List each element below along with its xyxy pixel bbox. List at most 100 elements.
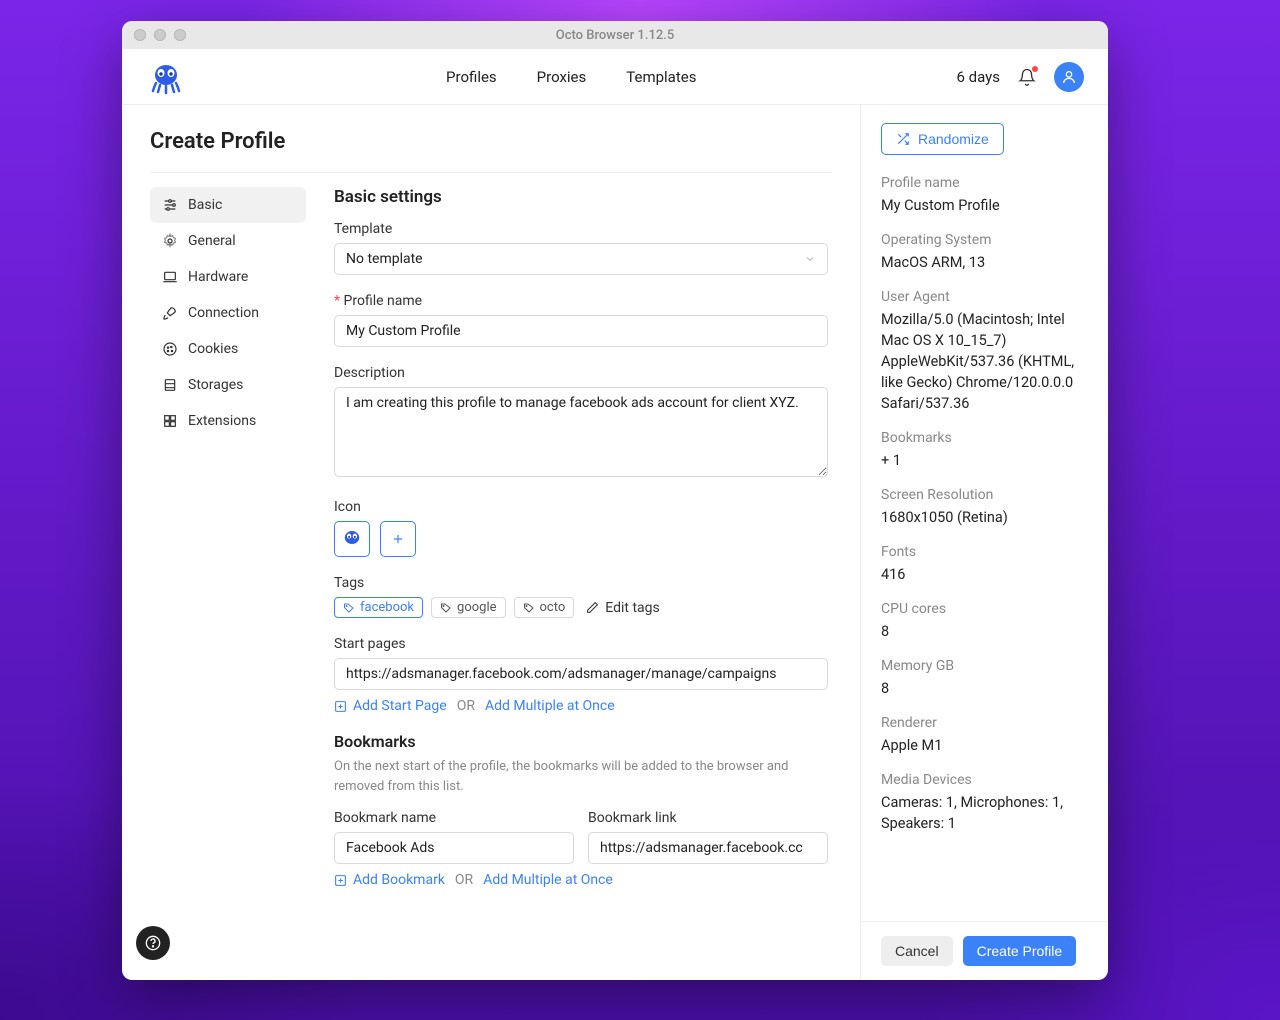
summary-row: RendererApple M1	[881, 715, 1088, 756]
add-icon-button[interactable]	[380, 521, 416, 557]
days-remaining[interactable]: 6 days	[957, 68, 1001, 86]
sidebar-item-label: Cookies	[188, 341, 238, 357]
template-select[interactable]: No template	[334, 243, 828, 275]
sum-label: Fonts	[881, 544, 1088, 560]
randomize-button[interactable]: Randomize	[881, 123, 1004, 155]
summary-row: Media DevicesCameras: 1, Microphones: 1,…	[881, 772, 1088, 834]
add-start-page-label: Add Start Page	[353, 698, 447, 714]
cookie-icon	[162, 341, 178, 357]
icon-option-octo[interactable]	[334, 521, 370, 557]
sliders-icon	[162, 197, 178, 213]
sum-value: 8	[881, 621, 1088, 642]
database-icon	[162, 377, 178, 393]
randomize-label: Randomize	[918, 131, 989, 147]
plus-square-icon	[334, 700, 347, 713]
gear-icon	[162, 233, 178, 249]
add-start-page-button[interactable]: Add Start Page	[334, 698, 447, 714]
edit-tags-label: Edit tags	[605, 600, 659, 616]
nav-proxies[interactable]: Proxies	[537, 68, 587, 86]
tag-facebook[interactable]: facebook	[334, 597, 423, 618]
sum-value: Cameras: 1, Microphones: 1, Speakers: 1	[881, 792, 1088, 834]
summary-row: Operating System MacOS ARM, 13	[881, 232, 1088, 273]
user-icon	[1061, 69, 1077, 85]
sum-value: MacOS ARM, 13	[881, 252, 1088, 273]
octopus-icon	[339, 526, 365, 552]
sum-value: 8	[881, 678, 1088, 699]
start-pages-label: Start pages	[334, 636, 828, 652]
nav-profiles[interactable]: Profiles	[446, 68, 497, 86]
rocket-icon	[162, 305, 178, 321]
summary-row: Profile nameMy Custom Profile	[881, 175, 1088, 216]
page-title: Create Profile	[150, 129, 832, 173]
bookmark-name-input[interactable]	[334, 832, 574, 864]
window-title: Octo Browser 1.12.5	[122, 28, 1108, 43]
tag-label: google	[457, 600, 496, 615]
edit-tags-button[interactable]: Edit tags	[586, 600, 659, 616]
summary-row: User Agent Mozilla/5.0 (Macintosh; Intel …	[881, 289, 1088, 414]
tag-icon	[523, 602, 535, 614]
plus-icon	[391, 532, 405, 546]
section-title: Basic settings	[334, 187, 828, 207]
description-input[interactable]	[334, 387, 828, 477]
add-multiple-start-button[interactable]: Add Multiple at Once	[485, 698, 615, 714]
sum-value: 416	[881, 564, 1088, 585]
bookmark-link-input[interactable]	[588, 832, 828, 864]
top-nav: Profiles Proxies Templates 6 days	[122, 49, 1108, 105]
laptop-icon	[162, 269, 178, 285]
grid-icon	[162, 413, 178, 429]
sidebar-item-extensions[interactable]: Extensions	[150, 403, 306, 439]
sidebar-item-label: Connection	[188, 305, 259, 321]
template-value: No template	[346, 251, 423, 267]
add-bookmark-button[interactable]: Add Bookmark	[334, 872, 445, 888]
sum-label: Screen Resolution	[881, 487, 1088, 503]
help-fab[interactable]	[136, 926, 170, 960]
summary-row: Fonts 416	[881, 544, 1088, 585]
template-label: Template	[334, 221, 828, 237]
sidebar-item-basic[interactable]: Basic	[150, 187, 306, 223]
sidebar-item-connection[interactable]: Connection	[150, 295, 306, 331]
profile-name-label: Profile name	[334, 293, 828, 309]
user-avatar[interactable]	[1054, 62, 1084, 92]
add-multiple-label: Add Multiple at Once	[483, 872, 613, 888]
summary-row: Memory GB8	[881, 658, 1088, 699]
sidebar-item-label: Storages	[188, 377, 243, 393]
icon-label: Icon	[334, 499, 828, 515]
help-icon	[145, 935, 161, 951]
nav-templates[interactable]: Templates	[626, 68, 696, 86]
chevron-down-icon	[804, 253, 816, 265]
bookmarks-title: Bookmarks	[334, 732, 828, 751]
summary-row: Screen Resolution 1680x1050 (Retina)	[881, 487, 1088, 528]
sum-label: Operating System	[881, 232, 1088, 248]
sum-label: CPU cores	[881, 601, 1088, 617]
summary-row: CPU cores 8	[881, 601, 1088, 642]
settings-sidebar: Basic General Hardware Connection	[150, 187, 306, 980]
pencil-icon	[586, 601, 599, 614]
tag-google[interactable]: google	[431, 597, 505, 618]
cancel-button[interactable]: Cancel	[881, 936, 953, 966]
titlebar: Octo Browser 1.12.5	[122, 21, 1108, 49]
shuffle-icon	[896, 132, 910, 146]
tags-label: Tags	[334, 575, 828, 591]
start-page-input[interactable]	[334, 658, 828, 690]
sidebar-item-general[interactable]: General	[150, 223, 306, 259]
sidebar-item-hardware[interactable]: Hardware	[150, 259, 306, 295]
sidebar-item-cookies[interactable]: Cookies	[150, 331, 306, 367]
add-multiple-bookmarks-button[interactable]: Add Multiple at Once	[483, 872, 613, 888]
app-logo[interactable]	[146, 57, 186, 97]
tag-octo[interactable]: octo	[514, 597, 575, 618]
sidebar-item-storages[interactable]: Storages	[150, 367, 306, 403]
sum-value: Mozilla/5.0 (Macintosh; Intel Mac OS X 1…	[881, 309, 1088, 414]
sum-label: Renderer	[881, 715, 1088, 731]
bookmark-name-label: Bookmark name	[334, 810, 574, 826]
create-profile-button[interactable]: Create Profile	[963, 936, 1077, 966]
sum-value: 1680x1050 (Retina)	[881, 507, 1088, 528]
notifications-button[interactable]	[1018, 68, 1036, 86]
bookmarks-help: On the next start of the profile, the bo…	[334, 757, 828, 796]
or-text: OR	[457, 698, 475, 714]
sum-label: User Agent	[881, 289, 1088, 305]
tag-label: facebook	[360, 600, 414, 615]
plus-square-icon	[334, 874, 347, 887]
notification-dot-icon	[1032, 66, 1038, 72]
profile-name-input[interactable]	[334, 315, 828, 347]
nav-tabs: Profiles Proxies Templates	[186, 68, 957, 86]
